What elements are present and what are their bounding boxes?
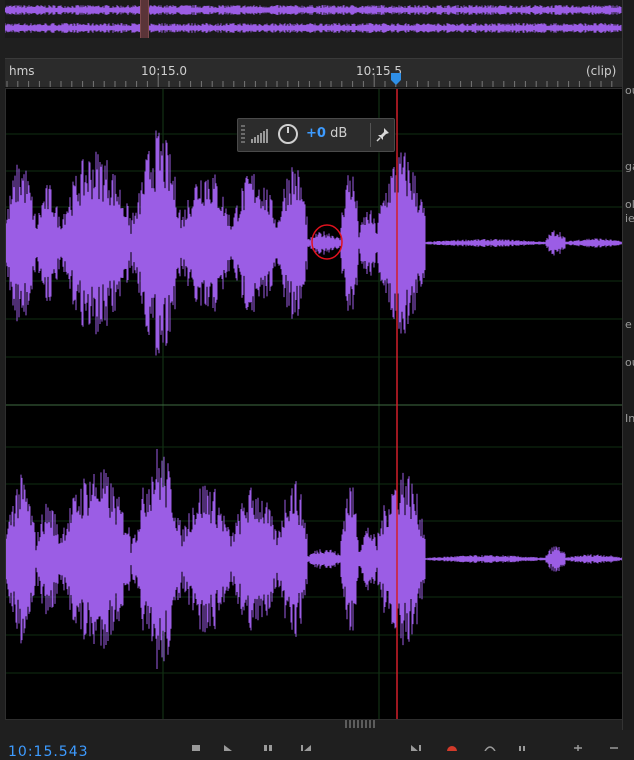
panel-text-fragment: ou <box>625 356 634 369</box>
gain-hud[interactable]: +0 dB <box>237 118 395 152</box>
level-meter-icon <box>251 129 268 143</box>
panel-text-fragment: ol <box>625 198 634 211</box>
ruler-unit-label: hms <box>9 64 35 78</box>
gain-knob-icon[interactable] <box>277 123 299 145</box>
record-icon[interactable] <box>446 745 458 751</box>
panel-text-fragment: In <box>625 412 634 425</box>
overview-viewport-handle[interactable] <box>140 0 149 38</box>
play-icon[interactable] <box>222 745 234 751</box>
horizontal-scroll-grip[interactable] <box>345 720 375 728</box>
right-side-panel: ou ga ol ie e ou In <box>622 0 634 751</box>
skip-back-icon[interactable] <box>300 745 312 751</box>
gain-value-unit: dB <box>325 126 348 141</box>
panel-text-fragment: ie <box>625 212 634 225</box>
transport-bar: 10:15.543 <box>0 730 634 760</box>
waveform-track[interactable] <box>5 88 624 720</box>
ruler-ticks <box>6 73 613 87</box>
overview-waveform <box>5 5 622 33</box>
overview-navigator[interactable] <box>5 0 622 38</box>
zoom-out-icon[interactable] <box>608 745 620 751</box>
ruler-clip-label: (clip) <box>586 64 617 78</box>
pin-icon[interactable] <box>376 127 390 143</box>
panel-text-fragment: ou <box>625 84 634 97</box>
skip-forward-icon[interactable] <box>410 745 422 751</box>
skip-icon[interactable] <box>516 745 528 751</box>
playhead-marker-icon[interactable] <box>390 72 402 86</box>
gain-value-readout[interactable]: +0 dB <box>306 126 347 141</box>
hud-divider <box>370 123 371 147</box>
pause-icon[interactable] <box>262 745 274 751</box>
ruler-tick-label-1: 10:15.0 <box>141 64 188 78</box>
waveform-display <box>6 89 623 719</box>
gain-value-number: +0 <box>306 126 326 141</box>
current-time-display[interactable]: 10:15.543 <box>8 744 89 760</box>
panel-text-fragment: ga <box>625 160 634 173</box>
time-ruler[interactable]: hms 10:15.0 10:15.5 (clip) <box>5 58 622 88</box>
loop-icon[interactable] <box>484 745 496 751</box>
stop-icon[interactable] <box>190 745 202 751</box>
panel-text-fragment: e <box>625 318 632 331</box>
hud-drag-grip[interactable] <box>241 125 245 145</box>
zoom-in-icon[interactable] <box>572 745 584 751</box>
